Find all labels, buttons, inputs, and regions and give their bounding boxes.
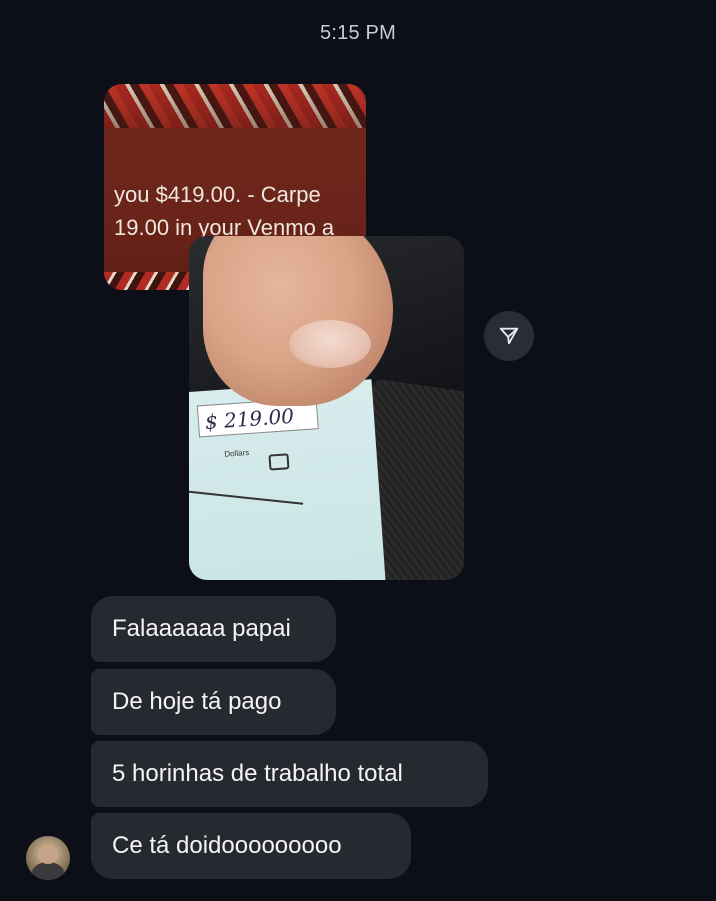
camera-icon xyxy=(268,453,290,471)
message-bubble[interactable]: De hoje tá pago xyxy=(91,669,336,735)
thumbnail-image xyxy=(289,320,371,368)
shared-photo-check[interactable]: $ 219.00 Dollars xyxy=(189,236,464,580)
sender-avatar[interactable] xyxy=(26,836,70,880)
message-text: De hoje tá pago xyxy=(112,688,282,715)
message-bubble[interactable]: Ce tá doidooooooooo xyxy=(91,813,411,879)
photo-decor-strip xyxy=(104,84,366,128)
paper-plane-icon xyxy=(499,327,519,345)
message-bubble[interactable]: 5 horinhas de trabalho total xyxy=(91,741,488,807)
check-signature-line xyxy=(189,490,304,505)
share-button[interactable] xyxy=(484,311,534,361)
check-image: $ 219.00 Dollars xyxy=(189,379,387,580)
message-text: 5 horinhas de trabalho total xyxy=(112,760,403,787)
message-text: Ce tá doidooooooooo xyxy=(112,832,342,859)
message-text: Falaaaaaa papai xyxy=(112,615,291,642)
message-timestamp: 5:15 PM xyxy=(320,22,396,44)
venmo-text-line-1: you $419.00. - Carpe xyxy=(114,182,321,207)
check-dollars-label: Dollars xyxy=(223,447,250,459)
message-bubble[interactable]: Falaaaaaa papai xyxy=(91,596,336,662)
